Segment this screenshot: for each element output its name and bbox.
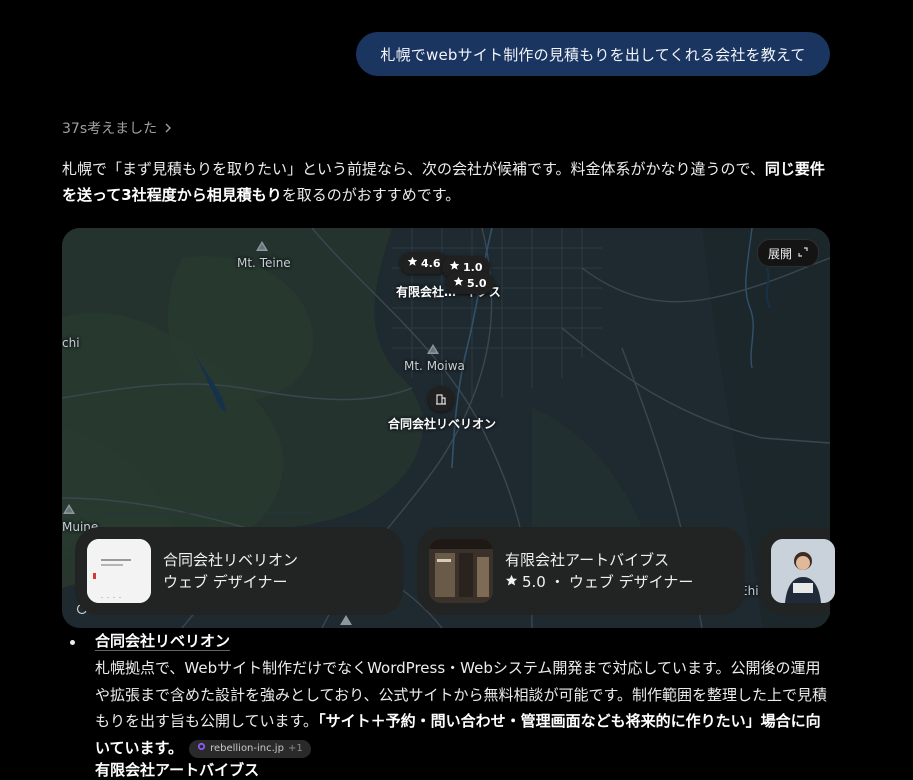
map-rating-pin[interactable]: 5.0 bbox=[446, 272, 494, 294]
pin-rating-value: 4.6 bbox=[421, 256, 441, 270]
mountain-peak-icon bbox=[427, 344, 439, 354]
expand-map-button[interactable]: 展開 bbox=[756, 239, 819, 267]
result-description: 札幌拠点で、Webサイト制作だけでなくWordPress・Webシステム開発まで… bbox=[95, 655, 835, 761]
user-message-text: 札幌でwebサイト制作の見積もりを出してくれる会社を教えて bbox=[380, 45, 806, 64]
thinking-label: 37s考えました bbox=[62, 121, 158, 137]
pin-rating-value: 5.0 bbox=[467, 276, 487, 290]
map-building-pin[interactable] bbox=[428, 386, 454, 412]
star-icon bbox=[505, 571, 518, 593]
answer-intro: 札幌で「まず見積もりを取りたい」という前提なら、次の会社が候補です。料金体系がか… bbox=[62, 156, 832, 208]
source-extra-count: +1 bbox=[287, 742, 303, 754]
intro-text: 札幌で「まず見積もりを取りたい」という前提なら、次の会社が候補です。料金体系がか… bbox=[62, 160, 765, 178]
thinking-toggle[interactable]: 37s考えました bbox=[62, 118, 173, 138]
building-icon bbox=[435, 390, 447, 409]
place-thumbnail bbox=[771, 539, 835, 603]
intro-text-end: を取るのがおすすめです。 bbox=[281, 186, 461, 204]
place-thumbnail bbox=[429, 539, 493, 603]
chevron-right-icon bbox=[163, 122, 173, 134]
source-chip[interactable]: rebellion-inc.jp +1 bbox=[189, 739, 311, 758]
mountain-peak-icon bbox=[63, 504, 75, 514]
map-label-moiwa: Mt. Moiwa bbox=[404, 359, 465, 373]
mountain-peak-icon bbox=[256, 241, 268, 251]
place-category: ウェブ デザイナー bbox=[163, 573, 288, 591]
place-card-rebellion[interactable]: 合同会社リベリオン ウェブ デザイナー bbox=[75, 527, 403, 615]
place-category: ウェブ デザイナー bbox=[568, 573, 694, 591]
map-rating-pin[interactable]: 4.6 bbox=[400, 252, 448, 274]
place-card-partial[interactable] bbox=[759, 527, 835, 615]
place-rating: 5.0 bbox=[522, 573, 546, 591]
expand-icon bbox=[798, 246, 808, 260]
map-label-chi: chi bbox=[62, 336, 80, 350]
result-title-link[interactable]: 合同会社リベリオン bbox=[95, 629, 230, 653]
star-icon bbox=[453, 276, 464, 290]
star-icon bbox=[407, 256, 418, 270]
bullet-dot bbox=[70, 640, 75, 645]
place-card-artvibes[interactable]: 有限会社アートバイブス 5.0 ・ ウェブ デザイナー bbox=[417, 527, 745, 615]
place-name: 合同会社リベリオン bbox=[163, 551, 299, 569]
map-label-rebellion: 合同会社リベリオン bbox=[388, 417, 497, 431]
place-name: 有限会社アートバイブス bbox=[505, 551, 670, 569]
place-thumbnail bbox=[87, 539, 151, 603]
map-label-teine: Mt. Teine bbox=[237, 256, 291, 270]
rating-separator: ・ bbox=[549, 573, 565, 591]
user-message-bubble: 札幌でwebサイト制作の見積もりを出してくれる会社を教えて bbox=[356, 32, 830, 76]
next-result-title[interactable]: 有限会社アートバイブス bbox=[95, 759, 259, 780]
mountain-peak-icon bbox=[340, 615, 352, 625]
expand-label: 展開 bbox=[767, 246, 792, 261]
